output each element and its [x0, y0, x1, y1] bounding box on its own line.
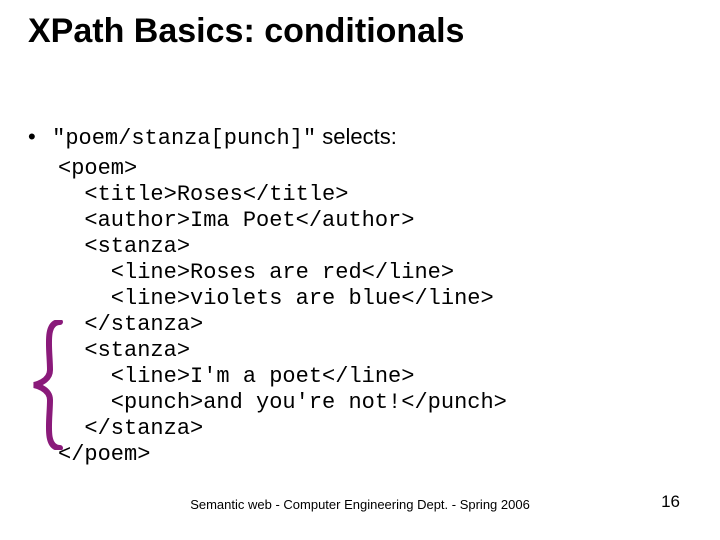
selects-label: selects:: [316, 124, 397, 149]
xml-code-block: <poem> <title>Roses</title> <author>Ima …: [58, 156, 507, 468]
code-line: <punch>and you're not!</punch>: [58, 390, 507, 415]
code-line: <poem>: [58, 156, 137, 181]
slide-title: XPath Basics: conditionals: [28, 12, 464, 51]
selection-brace-icon: [30, 320, 64, 450]
code-line: <line>Roses are red</line>: [58, 260, 454, 285]
code-line: </stanza>: [58, 416, 203, 441]
bullet-line: • "poem/stanza[punch]" selects:: [28, 124, 397, 151]
code-line: <stanza>: [58, 234, 190, 259]
code-line: <stanza>: [58, 338, 190, 363]
code-line: <title>Roses</title>: [58, 182, 348, 207]
xpath-expression: "poem/stanza[punch]": [52, 126, 316, 151]
page-number: 16: [661, 492, 680, 512]
code-line: <line>violets are blue</line>: [58, 286, 494, 311]
slide: XPath Basics: conditionals • "poem/stanz…: [0, 0, 720, 540]
code-line: </stanza>: [58, 312, 203, 337]
code-line: <author>Ima Poet</author>: [58, 208, 414, 233]
footer-text: Semantic web - Computer Engineering Dept…: [0, 497, 720, 512]
code-line: <line>I'm a poet</line>: [58, 364, 414, 389]
code-line: </poem>: [58, 442, 150, 467]
bullet-marker: •: [28, 124, 46, 150]
